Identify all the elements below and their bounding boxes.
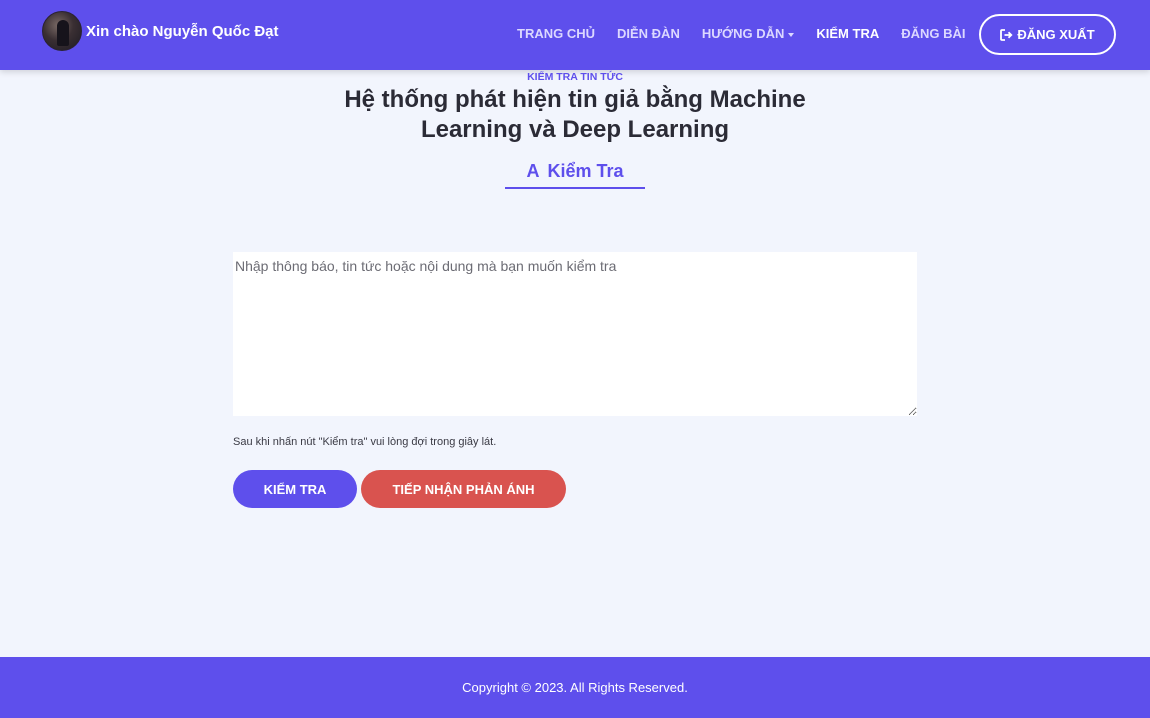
sign-out-icon bbox=[1000, 28, 1013, 41]
check-button[interactable]: Kiểm tra bbox=[233, 470, 357, 508]
nav-post[interactable]: ĐĂNG BÀI bbox=[901, 26, 965, 41]
logout-label: ĐĂNG XUẤT bbox=[1017, 27, 1095, 42]
top-navbar: Xin chào Nguyễn Quốc Đạt TRANG CHỦ DIỄN … bbox=[0, 0, 1150, 70]
report-feedback-button[interactable]: Tiếp nhận phản ánh bbox=[361, 470, 566, 508]
caret-down-icon bbox=[788, 32, 795, 37]
footer: Copyright © 2023. All Rights Reserved. bbox=[0, 657, 1150, 718]
font-a-icon: A bbox=[526, 161, 540, 181]
brand[interactable]: Xin chào Nguyễn Quốc Đạt bbox=[42, 11, 279, 51]
copyright-text: Copyright © 2023. All Rights Reserved. bbox=[462, 680, 688, 695]
news-content-input[interactable] bbox=[233, 252, 917, 416]
wait-hint: Sau khi nhấn nút "Kiểm tra" vui lòng đợi… bbox=[233, 436, 497, 448]
nav-check[interactable]: KIỂM TRA bbox=[816, 26, 879, 41]
section-subtitle: KIỂM TRA TIN TỨC bbox=[527, 71, 623, 83]
tab-check[interactable]: A Kiểm Tra bbox=[505, 156, 645, 189]
logout-button[interactable]: ĐĂNG XUẤT bbox=[979, 14, 1116, 55]
nav-forum[interactable]: DIỄN ĐÀN bbox=[617, 26, 680, 41]
nav-guide[interactable]: HƯỚNG DẪN bbox=[702, 26, 795, 41]
tab-check-label: Kiểm Tra bbox=[547, 161, 624, 181]
nav-home[interactable]: TRANG CHỦ bbox=[517, 26, 595, 41]
page-title: Hệ thống phát hiện tin giả bằng Machine … bbox=[344, 86, 806, 143]
nav-guide-label: HƯỚNG DẪN bbox=[701, 26, 785, 41]
greeting-text: Xin chào Nguyễn Quốc Đạt bbox=[86, 22, 279, 40]
avatar[interactable] bbox=[42, 11, 82, 51]
main-nav: TRANG CHỦ DIỄN ĐÀN HƯỚNG DẪN KIỂM TRA ĐĂ… bbox=[517, 26, 988, 41]
